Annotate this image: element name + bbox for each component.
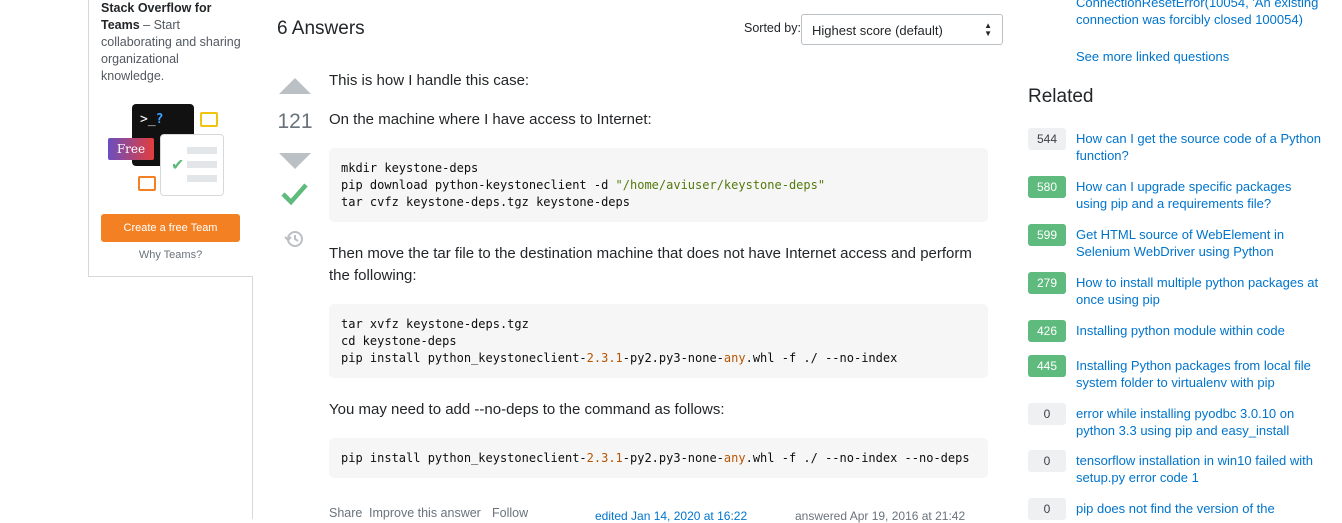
create-team-button[interactable]: Create a free Team (101, 214, 240, 242)
related-question-link[interactable]: Installing python module within code (1076, 322, 1326, 339)
code-block: tar xvfz keystone-deps.tgz cd keystone-d… (329, 304, 988, 378)
chat-bubble-icon (200, 112, 218, 127)
code-block: pip install python_keystoneclient-2.3.1-… (329, 438, 988, 478)
related-heading: Related (1028, 86, 1094, 107)
answer-paragraph: You may need to add --no-deps to the com… (329, 401, 725, 418)
related-score-badge: 0 (1028, 450, 1066, 472)
related-question-link[interactable]: error while installing pyodbc 3.0.10 on … (1076, 405, 1326, 439)
related-question-link[interactable]: How can I upgrade specific packages usin… (1076, 178, 1326, 212)
related-question-link[interactable]: Get HTML source of WebElement in Seleniu… (1076, 226, 1326, 260)
why-teams-link[interactable]: Why Teams? (101, 249, 240, 261)
vote-count: 121 (277, 110, 313, 133)
related-score-badge: 279 (1028, 272, 1066, 294)
answered-timestamp: answered Apr 19, 2016 at 21:42 (795, 509, 966, 523)
downvote-button[interactable] (279, 153, 311, 169)
see-more-linked-link[interactable]: See more linked questions (1076, 48, 1326, 65)
related-score-badge: 580 (1028, 176, 1066, 198)
checkmark-icon: ✔ (171, 157, 185, 174)
answer-paragraph: On the machine where I have access to In… (329, 111, 652, 128)
select-arrows-icon: ▲ ▼ (984, 21, 992, 38)
related-score-badge: 599 (1028, 224, 1066, 246)
related-score-badge: 0 (1028, 498, 1066, 520)
related-question-link[interactable]: tensorflow installation in win10 failed … (1076, 452, 1326, 486)
teams-promo-text: Stack Overflow for Teams – Start collabo… (101, 1, 241, 83)
related-score-badge: 0 (1028, 403, 1066, 425)
answers-count-heading: 6 Answers (277, 18, 365, 39)
share-link[interactable]: Share (329, 506, 362, 520)
edited-timestamp-link[interactable]: edited Jan 14, 2020 at 16:22 (595, 509, 747, 523)
related-score-badge: 426 (1028, 320, 1066, 342)
related-question-link[interactable]: How can I get the source code of a Pytho… (1076, 130, 1326, 164)
accepted-check-icon (281, 183, 308, 206)
sort-label: Sorted by: (744, 21, 801, 35)
sort-select[interactable]: Highest score (default) ▲ ▼ (801, 14, 1003, 45)
related-question-link[interactable]: Installing Python packages from local fi… (1076, 357, 1326, 391)
answer-paragraph: This is how I handle this case: (329, 72, 530, 89)
improve-answer-link[interactable]: Improve this answer (369, 506, 481, 520)
related-score-badge: 544 (1028, 128, 1066, 150)
chat-bubble-icon (138, 176, 156, 191)
code-block: mkdir keystone-deps pip download python-… (329, 148, 988, 222)
checklist-icon: ✔ (160, 134, 224, 196)
answer-paragraph: Then move the tar file to the destinatio… (329, 245, 972, 284)
related-question-link[interactable]: pip does not find the version of the (1076, 500, 1326, 517)
history-icon[interactable] (283, 228, 305, 250)
upvote-button[interactable] (279, 78, 311, 94)
follow-link[interactable]: Follow (492, 506, 528, 520)
related-question-link[interactable]: How to install multiple python packages … (1076, 274, 1326, 308)
teams-illustration: >_? ✔ Free (104, 102, 244, 202)
free-badge: Free (108, 138, 154, 160)
linked-question-link[interactable]: ConnectionResetError(10054, 'An existing… (1076, 0, 1326, 28)
related-score-badge: 445 (1028, 355, 1066, 377)
